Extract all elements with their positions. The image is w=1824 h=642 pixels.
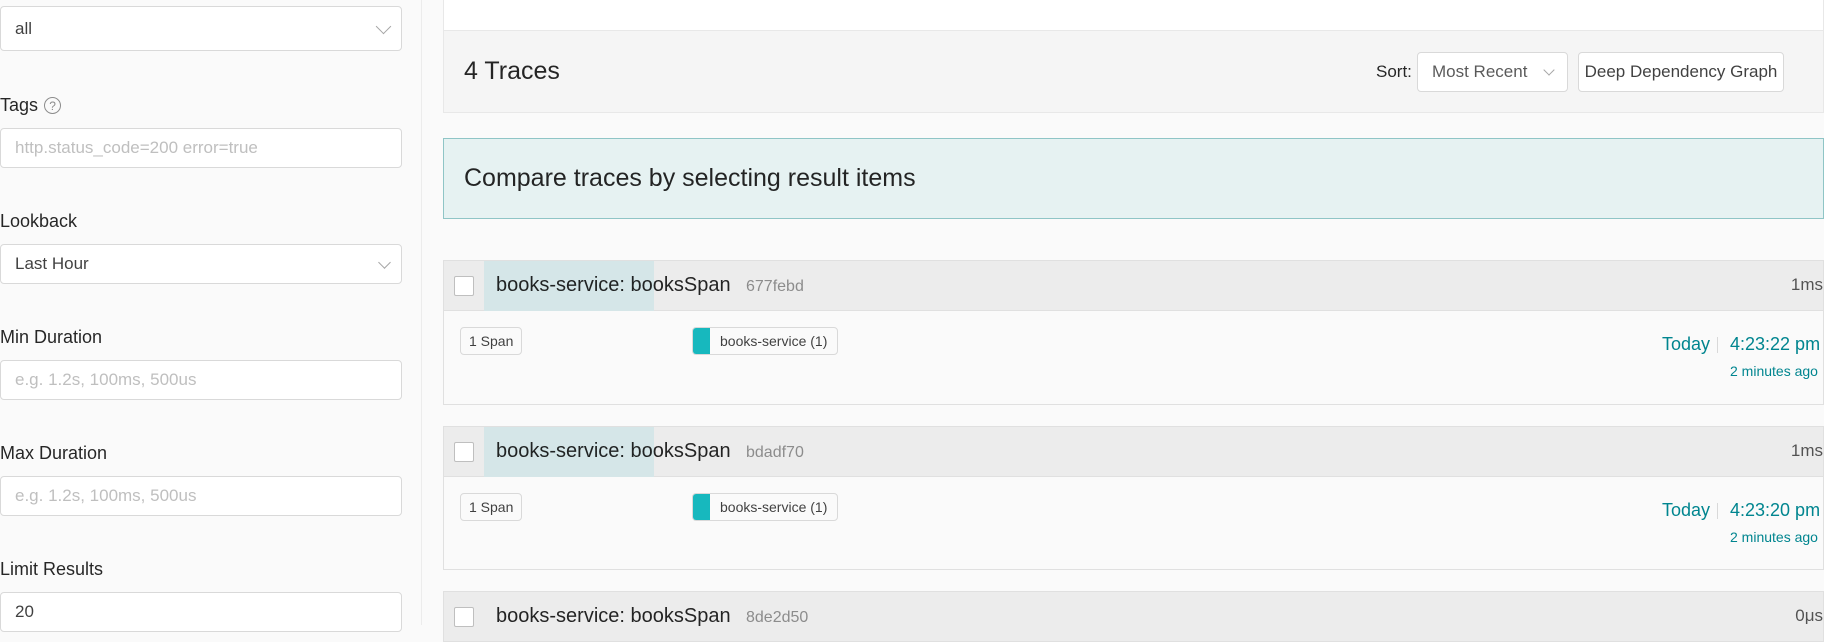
trace-title[interactable]: books-service: booksSpan <box>496 274 731 297</box>
operation-select[interactable]: all <box>0 6 402 51</box>
compare-banner-text: Compare traces by selecting result items <box>464 164 916 192</box>
tags-label-text: Tags <box>0 95 39 115</box>
chevron-down-icon <box>378 256 391 269</box>
limit-results-input[interactable]: 20 <box>0 592 402 632</box>
min-duration-label: Min Duration <box>0 327 103 347</box>
max-duration-label: Max Duration <box>0 443 108 463</box>
lookback-select-value: Last Hour <box>15 254 89 273</box>
trace-date: Today <box>1662 334 1711 354</box>
trace-relative-time: 2 minutes ago <box>1730 363 1818 379</box>
min-duration-input[interactable]: e.g. 1.2s, 100ms, 500us <box>0 360 402 400</box>
service-tag-label: books-service (1) <box>720 499 828 515</box>
date-separator <box>1717 337 1718 353</box>
trace-duration: 1ms <box>1790 275 1823 294</box>
limit-results-label: Limit Results <box>0 559 104 579</box>
tags-input[interactable]: http.status_code=200 error=true <box>0 128 402 168</box>
trace-header[interactable]: books-service: booksSpan 8de2d50 0μs <box>443 591 1824 642</box>
lookback-select[interactable]: Last Hour <box>0 244 402 284</box>
service-color-swatch <box>693 494 710 520</box>
sort-label: Sort: <box>1376 62 1412 81</box>
service-color-swatch <box>693 328 710 354</box>
span-count-badge: 1 Span <box>460 493 523 521</box>
trace-select-checkbox[interactable] <box>454 607 474 627</box>
sort-select-value: Most Recent <box>1432 62 1528 81</box>
deep-dependency-graph-button[interactable]: Deep Dependency Graph <box>1578 52 1784 92</box>
date-separator <box>1717 503 1718 519</box>
trace-id: bdadf70 <box>746 444 804 461</box>
results-top-card <box>443 0 1824 31</box>
search-results: 4 Traces Sort: Most Recent Deep Dependen… <box>443 0 1824 642</box>
help-icon[interactable]: ? <box>44 97 62 114</box>
trace-duration: 0μs <box>1795 606 1823 625</box>
limit-results-value: 20 <box>15 602 34 621</box>
trace-id: 8de2d50 <box>746 609 809 626</box>
trace-time: 4:23:22 pm <box>1730 334 1821 354</box>
trace-select-checkbox[interactable] <box>454 442 474 462</box>
operation-select-value: all <box>15 18 33 38</box>
compare-banner: Compare traces by selecting result items <box>443 138 1824 219</box>
span-count-badge: 1 Span <box>460 327 523 355</box>
service-tag-label: books-service (1) <box>720 333 828 349</box>
chevron-down-icon <box>375 18 392 34</box>
trace-header[interactable]: books-service: booksSpan bdadf70 1ms <box>443 426 1824 477</box>
trace-id: 677febd <box>746 278 804 295</box>
trace-header[interactable]: books-service: booksSpan 677febd 1ms <box>443 260 1824 311</box>
trace-title[interactable]: books-service: booksSpan <box>496 440 731 463</box>
sort-select[interactable]: Most Recent <box>1417 52 1568 92</box>
min-duration-placeholder: e.g. 1.2s, 100ms, 500us <box>15 370 197 389</box>
traces-count: 4 Traces <box>464 57 560 85</box>
tags-input-placeholder: http.status_code=200 error=true <box>15 138 258 157</box>
trace-date: Today <box>1662 500 1711 520</box>
trace-select-checkbox[interactable] <box>454 276 474 296</box>
results-header: 4 Traces Sort: Most Recent Deep Dependen… <box>443 31 1824 113</box>
trace-body[interactable]: 1 Span books-service (1) Today 4:23:20 p… <box>443 477 1824 570</box>
max-duration-placeholder: e.g. 1.2s, 100ms, 500us <box>15 486 197 505</box>
lookback-label: Lookback <box>0 211 78 231</box>
chevron-down-icon <box>1543 64 1555 76</box>
service-tag: books-service (1) <box>692 493 839 521</box>
service-tag: books-service (1) <box>692 327 839 355</box>
trace-time: 4:23:20 pm <box>1730 500 1821 520</box>
tags-label: Tags ? <box>0 95 62 116</box>
trace-body[interactable]: 1 Span books-service (1) Today 4:23:22 p… <box>443 311 1824 405</box>
max-duration-input[interactable]: e.g. 1.2s, 100ms, 500us <box>0 476 402 516</box>
trace-duration: 1ms <box>1790 441 1823 460</box>
trace-relative-time: 2 minutes ago <box>1730 529 1818 545</box>
search-sidebar: all Tags ? http.status_code=200 error=tr… <box>0 0 422 632</box>
